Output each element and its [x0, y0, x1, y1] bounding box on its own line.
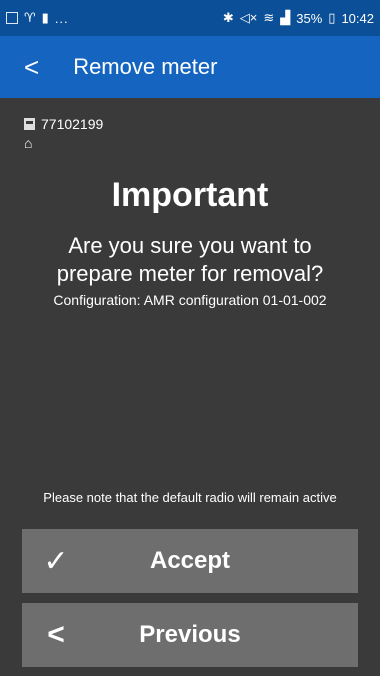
radio-note: Please note that the default radio will …: [43, 490, 337, 505]
previous-button[interactable]: < Previous: [22, 603, 358, 667]
accept-label: Accept: [149, 547, 231, 574]
battery-percent: 35%: [296, 10, 323, 26]
status-left-group: ♈ ▮ ...: [6, 10, 69, 26]
signal-icon: ♈: [24, 10, 36, 25]
mute-icon: ◁×: [239, 10, 258, 25]
page-title: Remove meter: [73, 54, 218, 79]
chevron-left-icon[interactable]: <: [24, 54, 39, 80]
meter-id: 77102199: [41, 116, 104, 132]
previous-label: Previous: [139, 621, 241, 648]
main-content: 77102199 ⌂ Important Are you sure you wa…: [0, 98, 380, 676]
image-icon: [6, 12, 18, 24]
meter-info-row: 77102199: [24, 116, 103, 132]
clock: 10:42: [341, 10, 374, 26]
status-right-group: ✱ ◁× ≋ ▟ 35% ▯ 10:42: [223, 10, 374, 26]
bluetooth-icon: ✱: [222, 10, 234, 25]
wifi-icon: ≋: [263, 10, 275, 25]
accept-button[interactable]: ✓ Accept: [22, 529, 358, 593]
checkmark-icon: ✓: [43, 544, 69, 578]
signal-bars-icon: ▟: [280, 10, 291, 25]
person-icon: ▮: [41, 10, 49, 25]
dialog-question: Are you sure you want to prepare meter f…: [56, 233, 324, 286]
home-icon: ⌂: [24, 135, 33, 151]
dialog-headline: Important: [111, 176, 269, 214]
meter-icon: [24, 118, 35, 130]
app-bar: < Remove meter: [0, 36, 380, 98]
configuration-text: Configuration: AMR configuration 01-01-0…: [53, 292, 327, 308]
battery-icon: ▯: [328, 10, 336, 25]
chevron-left-icon: <: [47, 618, 65, 651]
status-bar: ♈ ▮ ... ✱ ◁× ≋ ▟ 35% ▯ 10:42: [0, 0, 380, 36]
more-indicator: ...: [54, 10, 69, 26]
